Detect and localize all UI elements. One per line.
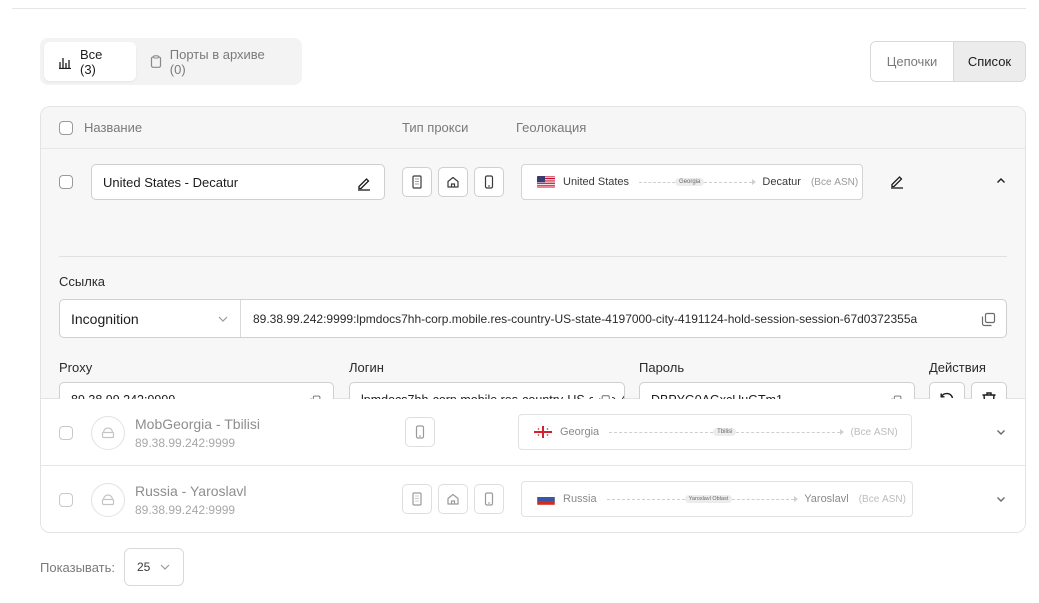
list-view-button[interactable]: Список: [953, 42, 1025, 81]
geo-asn: (Все ASN): [850, 426, 898, 438]
row-address: 89.38.99.242:9999: [135, 503, 236, 517]
filter-tabs: Все (3) Порты в архиве (0): [40, 38, 302, 85]
geolocation-box[interactable]: Russia Yaroslavl Oblast Yaroslavl (Все A…: [521, 481, 913, 517]
type-residential-button[interactable]: [438, 484, 468, 514]
type-mobile-button[interactable]: [405, 417, 435, 447]
link-label: Ссылка: [59, 274, 106, 289]
tab-all-label: Все (3): [80, 46, 103, 77]
russia-flag-icon: [537, 493, 555, 505]
arrow-right-icon: [794, 496, 799, 502]
geolocation-box[interactable]: United States Georgia Decatur (Все ASN): [521, 164, 863, 200]
chevron-down-icon[interactable]: [996, 429, 1006, 436]
header-proxy-type: Тип прокси: [402, 120, 469, 135]
type-mobile-button[interactable]: [474, 167, 504, 197]
router-icon: [101, 427, 115, 439]
copy-icon[interactable]: [981, 312, 996, 327]
mobile-icon: [484, 175, 494, 189]
view-toggle: Цепочки Список: [870, 41, 1026, 82]
type-datacenter-button[interactable]: [402, 167, 432, 197]
row-name: MobGeorgia - Tbilisi: [135, 416, 261, 432]
table-row[interactable]: Russia - Yaroslavl 89.38.99.242:9999 Rus…: [41, 466, 1025, 532]
client-select[interactable]: Incognition: [60, 300, 241, 337]
avatar: [91, 416, 125, 450]
header-geolocation: Геолокация: [516, 120, 587, 135]
mobile-icon: [415, 425, 425, 439]
clipboard-icon: [150, 55, 161, 68]
row-name: Russia - Yaroslavl: [135, 483, 247, 499]
per-page-select[interactable]: 25: [124, 548, 184, 586]
row-address: 89.38.99.242:9999: [135, 436, 236, 450]
us-flag-icon: [537, 176, 555, 188]
port-name-input[interactable]: United States - Decatur: [91, 164, 385, 200]
type-mobile-button[interactable]: [474, 484, 504, 514]
edit-geo-pencil-icon[interactable]: [889, 173, 905, 189]
avatar: [91, 483, 125, 517]
building-icon: [412, 175, 422, 189]
tab-archived[interactable]: Порты в архиве (0): [136, 42, 298, 81]
per-page-label: Показывать:: [40, 560, 115, 575]
chevron-down-icon[interactable]: [996, 496, 1006, 503]
top-divider: [12, 8, 1026, 9]
client-select-value: Incognition: [71, 310, 139, 327]
type-datacenter-button[interactable]: [402, 484, 432, 514]
home-icon: [447, 176, 459, 188]
bar-chart-icon: [59, 57, 71, 69]
table-row-expanded: United States - Decatur United States Ge…: [41, 149, 1025, 418]
geo-asn: (Все ASN): [858, 493, 906, 505]
geo-region: Georgia: [675, 178, 705, 186]
geo-country: Russia: [563, 493, 597, 505]
arrow-right-icon: [840, 429, 845, 435]
geo-city: Decatur: [762, 176, 801, 188]
link-value: 89.38.99.242:9999:lpmdocs7hh-corp.mobile…: [253, 311, 918, 326]
geo-country: United States: [563, 176, 630, 188]
home-icon: [447, 493, 459, 505]
type-residential-button[interactable]: [438, 167, 468, 197]
proxy-table: Название Тип прокси Геолокация United St…: [40, 106, 1026, 533]
table-header: Название Тип прокси Геолокация: [41, 107, 1025, 149]
chevron-down-icon: [160, 564, 170, 570]
chains-view-button[interactable]: Цепочки: [871, 42, 953, 81]
per-page-value: 25: [137, 560, 151, 574]
chevron-up-icon[interactable]: [996, 177, 1006, 184]
header-name: Название: [84, 120, 143, 135]
select-all-checkbox[interactable]: [59, 121, 73, 135]
geolocation-box[interactable]: Georgia Tbilisi (Все ASN): [518, 414, 912, 450]
geo-region: Yaroslavl Oblast: [684, 495, 733, 503]
row-checkbox[interactable]: [59, 426, 73, 440]
row-checkbox[interactable]: [59, 175, 73, 189]
tab-all[interactable]: Все (3): [44, 42, 136, 81]
building-icon: [412, 492, 422, 506]
password-label: Пароль: [639, 360, 685, 375]
geo-city: Yaroslavl: [804, 493, 849, 505]
chevron-down-icon: [218, 316, 228, 322]
table-row[interactable]: MobGeorgia - Tbilisi 89.38.99.242:9999 G…: [41, 399, 1025, 466]
mobile-icon: [484, 492, 494, 506]
georgia-flag-icon: [534, 426, 552, 438]
row-divider: [59, 256, 1007, 257]
link-field: Incognition 89.38.99.242:9999:lpmdocs7hh…: [59, 299, 1007, 338]
proxy-label: Proxy: [59, 360, 93, 375]
link-value-field[interactable]: 89.38.99.242:9999:lpmdocs7hh-corp.mobile…: [241, 300, 1006, 337]
arrow-right-icon: [752, 179, 757, 185]
actions-label: Действия: [929, 360, 986, 375]
router-icon: [101, 494, 115, 506]
port-name-value: United States - Decatur: [103, 174, 239, 190]
geo-region: Tbilisi: [713, 428, 737, 436]
geo-asn: (Все ASN): [810, 176, 859, 188]
geo-country: Georgia: [560, 426, 600, 438]
pencil-icon[interactable]: [356, 175, 372, 191]
tab-archived-label: Порты в архиве (0): [169, 46, 265, 77]
login-label: Логин: [349, 360, 384, 375]
row-checkbox[interactable]: [59, 493, 73, 507]
